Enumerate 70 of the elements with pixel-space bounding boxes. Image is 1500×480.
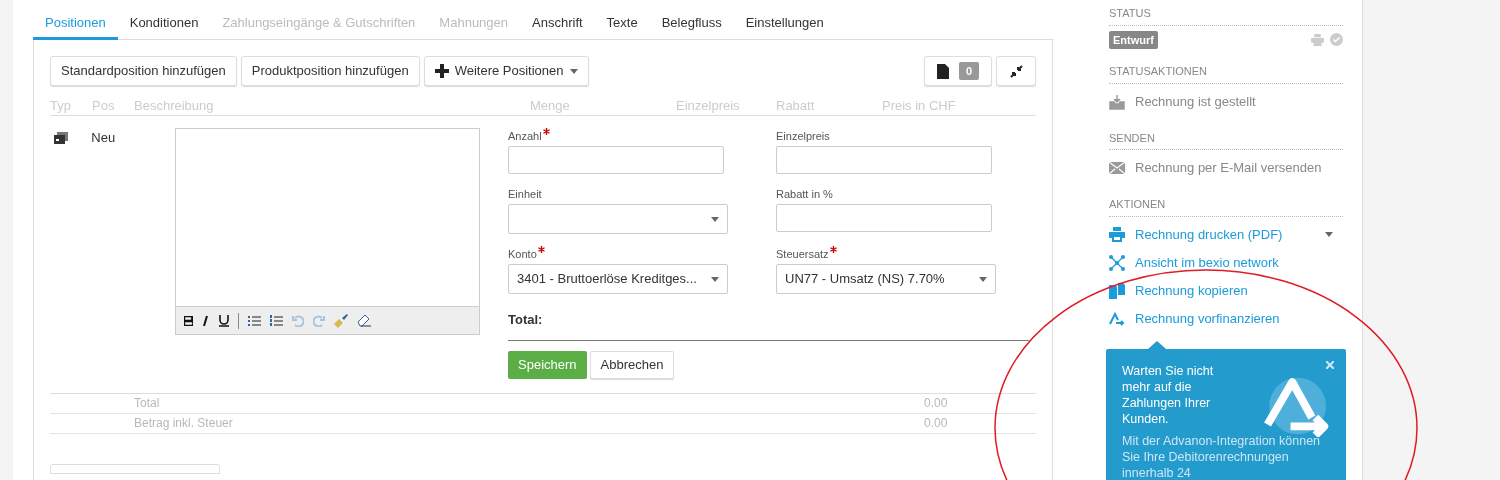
select-field[interactable]: UN77 - Umsatz (NS) 7.70%	[776, 264, 996, 294]
summary-value: 0.00	[924, 395, 948, 412]
select-field[interactable]: 3401 - Bruttoerlöse Kreditges...	[508, 264, 728, 294]
redo-icon	[312, 314, 325, 327]
section-heading: AKTIONEN	[1109, 196, 1343, 217]
tab[interactable]: Einstellungen	[733, 8, 836, 40]
required-asterisk-icon	[829, 246, 837, 253]
summary-label: Total	[134, 395, 161, 412]
tab[interactable]: Texte	[594, 8, 650, 40]
position-number: Neu	[91, 129, 117, 147]
brush-icon	[333, 313, 348, 328]
document-count: 0	[958, 61, 979, 81]
caret-icon	[711, 216, 719, 222]
undo-icon	[291, 314, 304, 327]
printer-icon	[1311, 33, 1324, 46]
field-label: Rabatt in %	[776, 187, 833, 200]
required-asterisk-icon	[542, 128, 550, 135]
collapse-button[interactable]	[996, 56, 1036, 86]
section-heading: STATUSAKTIONEN	[1109, 63, 1343, 84]
input-field[interactable]	[508, 146, 724, 174]
caret-icon	[711, 276, 719, 282]
more-positions-button[interactable]: Weitere Positionen	[423, 56, 589, 86]
total-label: Total:	[508, 311, 544, 329]
tab[interactable]: Anschrift	[520, 8, 595, 40]
tab[interactable]: Belegfluss	[649, 8, 734, 40]
select-field[interactable]	[508, 204, 728, 234]
field-label: Steuersatz	[776, 247, 829, 260]
text-editor[interactable]	[174, 128, 480, 335]
bullet-list-icon	[247, 314, 261, 327]
partial-button[interactable]	[50, 463, 220, 474]
summary-value: 0.00	[924, 415, 948, 432]
collapse-icon	[1009, 64, 1023, 78]
close-icon[interactable]	[1326, 360, 1334, 369]
underline-icon	[218, 314, 229, 327]
summary-label: Betrag inkl. Steuer	[134, 415, 234, 432]
field-label: Konto	[508, 247, 537, 260]
required-asterisk-icon	[537, 246, 545, 253]
inbox-icon	[1109, 93, 1125, 110]
document-icon	[936, 63, 949, 79]
input-field[interactable]	[776, 204, 992, 232]
add-position-button[interactable]: Standardposition hinzufügen	[50, 56, 237, 86]
add-position-button[interactable]: Produktposition hinzufügen	[240, 56, 420, 86]
bold-icon	[183, 315, 193, 326]
check-circle-icon	[1330, 33, 1343, 47]
field-label: Einheit	[508, 187, 542, 200]
caret-icon	[979, 276, 987, 282]
popover-title: Warten Sie nicht mehr auf die Zahlungen Ihrer Kunden.	[1122, 362, 1215, 427]
plus-icon	[434, 64, 449, 78]
copy-icon	[1109, 282, 1125, 299]
tab[interactable]: Konditionen	[117, 8, 211, 40]
triangle-arrow-icon	[1109, 311, 1125, 326]
caret-icon	[1325, 232, 1333, 237]
action-link[interactable]: Rechnung per E-Mail versenden	[1135, 158, 1322, 178]
field-label: Einzelpreis	[776, 129, 830, 142]
caret-icon	[569, 68, 578, 74]
cancel-button[interactable]: Abbrechen	[589, 350, 675, 379]
popover-text: Mit der Advanon-Integration können Sie Ihre Debitorenrechnungen innerhalb 24	[1122, 432, 1322, 480]
printer-icon	[1109, 227, 1125, 242]
numbered-list-icon	[269, 314, 283, 327]
network-icon	[1109, 254, 1125, 271]
status-badge: Entwurf	[1109, 30, 1158, 49]
section-heading: SENDEN	[1109, 129, 1343, 150]
box-icon	[54, 132, 68, 144]
eraser-icon	[356, 314, 371, 327]
envelope-icon	[1109, 162, 1125, 174]
section-heading: STATUS	[1109, 0, 1343, 26]
action-link[interactable]: Rechnung ist gestellt	[1135, 91, 1256, 112]
italic-icon	[201, 315, 210, 326]
field-label: Anzahl	[508, 129, 542, 142]
input-field[interactable]	[776, 146, 992, 174]
